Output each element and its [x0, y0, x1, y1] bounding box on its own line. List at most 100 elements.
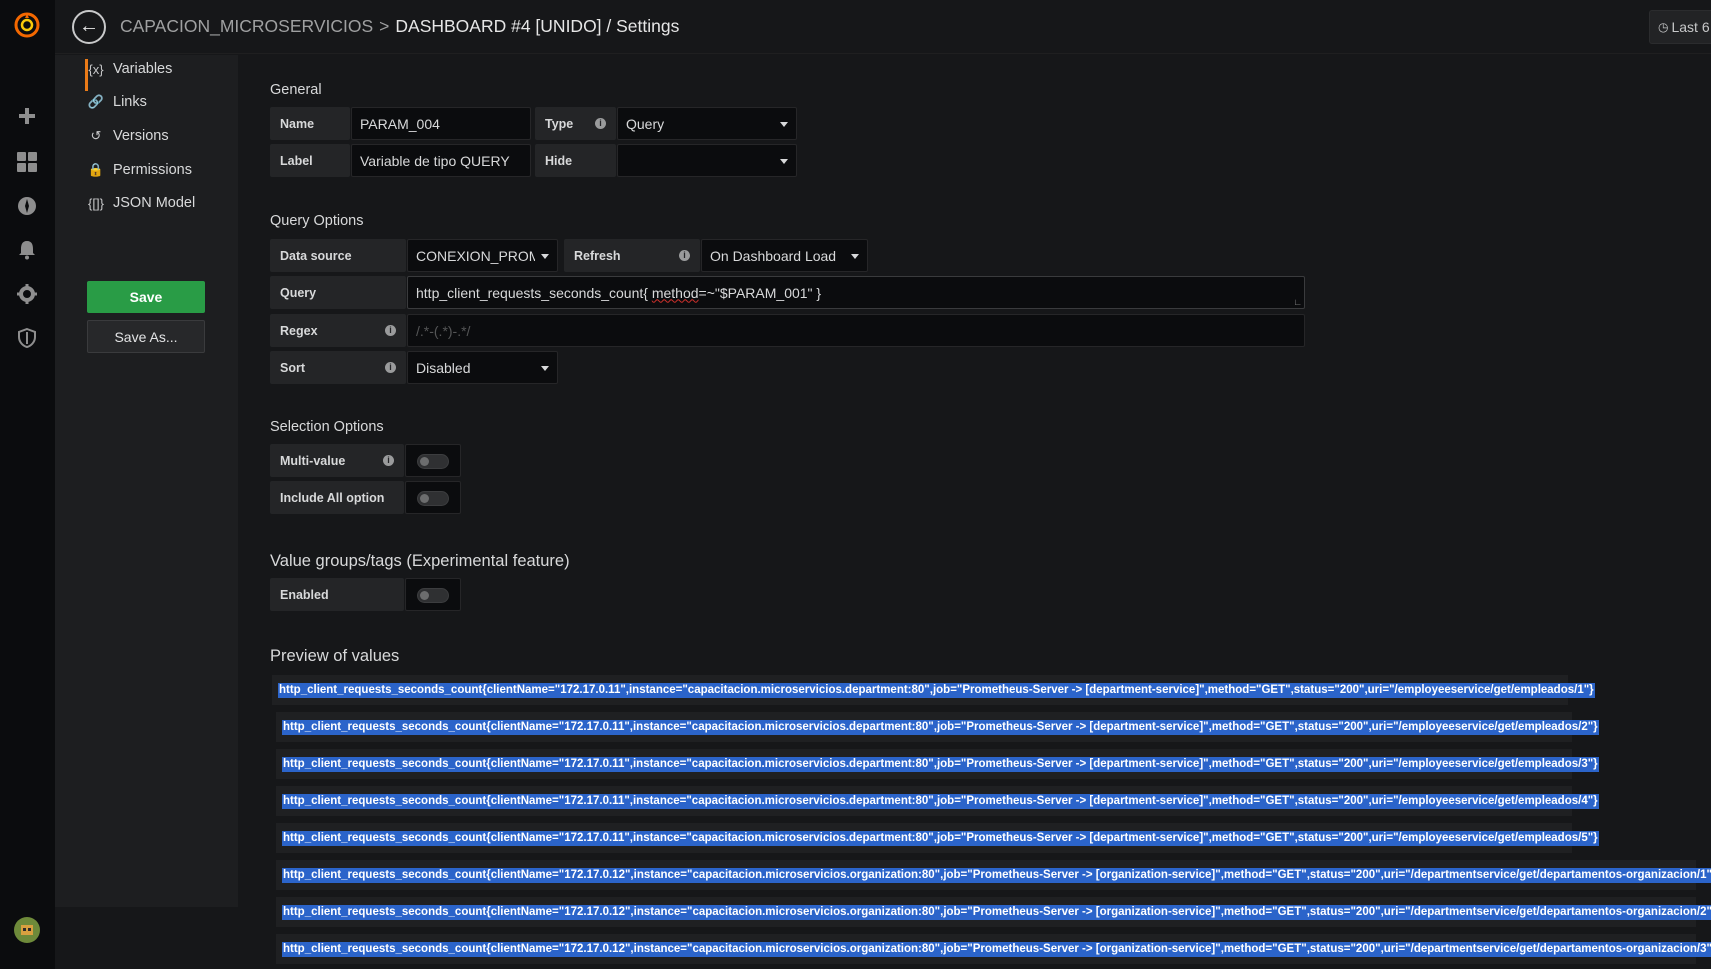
- preview-value-text: http_client_requests_seconds_count{clien…: [282, 904, 1711, 920]
- query-text: http_client_requests_seconds_count{ meth…: [416, 285, 821, 301]
- query-text-method: method: [651, 284, 699, 301]
- query-label: Query: [270, 276, 406, 309]
- info-icon: i: [383, 455, 394, 466]
- include-all-toggle[interactable]: [405, 481, 461, 514]
- preview-value-item: http_client_requests_seconds_count{clien…: [276, 860, 1711, 890]
- variable-icon: {x}: [88, 61, 104, 77]
- explore-icon[interactable]: [14, 193, 40, 219]
- include-all-label: Include All option: [270, 481, 404, 514]
- save-as-button[interactable]: Save As...: [87, 320, 205, 353]
- sort-label: Sort i: [270, 351, 406, 384]
- query-text-part: =~"$PARAM_001" }: [698, 284, 822, 301]
- preview-value-text: http_client_requests_seconds_count{clien…: [282, 756, 1599, 772]
- type-select[interactable]: Query: [617, 107, 797, 140]
- dashboards-icon[interactable]: [14, 149, 40, 175]
- breadcrumb-separator: >: [379, 16, 390, 36]
- multi-value-label-text: Multi-value: [280, 453, 346, 468]
- type-select-value: Query: [626, 115, 665, 132]
- multi-value-label: Multi-value i: [270, 444, 404, 477]
- name-label: Name: [270, 107, 350, 140]
- sort-select-value: Disabled: [416, 359, 471, 376]
- nav-item-label: Permissions: [113, 162, 192, 178]
- info-icon: i: [595, 118, 606, 129]
- clock-icon: ◷: [1658, 20, 1669, 34]
- type-label-text: Type: [545, 116, 574, 131]
- arrow-left-icon: ←: [79, 15, 99, 37]
- nav-item-label: Versions: [113, 128, 169, 144]
- regex-label-text: Regex: [280, 323, 318, 338]
- side-menu: [0, 0, 55, 969]
- preview-value-text: http_client_requests_seconds_count{clien…: [282, 867, 1711, 883]
- preview-value-item: http_client_requests_seconds_count{clien…: [276, 897, 1711, 927]
- preview-value-text: http_client_requests_seconds_count{clien…: [282, 719, 1599, 735]
- nav-item-permissions[interactable]: 🔒 Permissions: [87, 162, 192, 178]
- name-input[interactable]: PARAM_004: [351, 107, 531, 140]
- multi-value-toggle[interactable]: [405, 444, 461, 477]
- preview-value-item: http_client_requests_seconds_count{clien…: [276, 934, 1711, 964]
- caret-down-icon: [541, 366, 549, 371]
- nav-item-links[interactable]: 🔗 Links: [87, 94, 147, 110]
- info-icon: i: [385, 362, 396, 373]
- sort-select[interactable]: Disabled: [407, 351, 558, 384]
- section-value-groups-title: Value groups/tags (Experimental feature): [270, 552, 570, 570]
- preview-value-item: http_client_requests_seconds_count{clien…: [276, 823, 1599, 853]
- toggle-switch: [417, 491, 449, 506]
- enabled-toggle[interactable]: [405, 578, 461, 611]
- resize-handle-icon[interactable]: ∟: [1293, 297, 1302, 307]
- preview-value-text: http_client_requests_seconds_count{clien…: [282, 793, 1599, 809]
- preview-value-text: http_client_requests_seconds_count{clien…: [282, 941, 1711, 957]
- section-query-options-title: Query Options: [270, 213, 364, 229]
- label-input[interactable]: Variable de tipo QUERY: [351, 144, 531, 177]
- preview-value-item: http_client_requests_seconds_count{clien…: [276, 712, 1599, 742]
- sort-label-text: Sort: [280, 360, 305, 375]
- shield-icon[interactable]: [14, 325, 40, 351]
- gear-icon[interactable]: [14, 281, 40, 307]
- regex-label: Regex i: [270, 314, 406, 347]
- datasource-select[interactable]: CONEXION_PROM: [407, 239, 558, 272]
- plus-icon[interactable]: [14, 103, 40, 129]
- nav-item-label: Variables: [113, 61, 173, 77]
- refresh-select-value: On Dashboard Load: [710, 247, 837, 264]
- refresh-select[interactable]: On Dashboard Load: [701, 239, 868, 272]
- toggle-switch: [417, 454, 449, 469]
- alert-bell-icon[interactable]: [14, 237, 40, 263]
- enabled-label: Enabled: [270, 578, 404, 611]
- regex-input[interactable]: /.*-(.*)-.*/: [407, 314, 1305, 347]
- section-selection-options-title: Selection Options: [270, 419, 384, 435]
- query-textarea[interactable]: http_client_requests_seconds_count{ meth…: [407, 276, 1305, 309]
- preview-value-item: http_client_requests_seconds_count{clien…: [276, 749, 1599, 779]
- time-picker-label: Last 6: [1671, 19, 1710, 35]
- section-preview-title: Preview of values: [270, 647, 400, 665]
- preview-value-item: http_client_requests_seconds_count{clien…: [272, 675, 1595, 705]
- datasource-label: Data source: [270, 239, 406, 272]
- nav-item-variables[interactable]: {x} Variables: [87, 61, 172, 77]
- datasource-select-value: CONEXION_PROM: [416, 247, 535, 264]
- info-icon: i: [385, 325, 396, 336]
- user-avatar-icon[interactable]: [14, 917, 40, 943]
- label-label: Label: [270, 144, 350, 177]
- hide-label: Hide: [535, 144, 616, 177]
- breadcrumb: CAPACION_MICROSERVICIOS > DASHBOARD #4 [UN…: [120, 16, 679, 37]
- save-button[interactable]: Save: [87, 281, 205, 313]
- section-general-title: General: [270, 82, 322, 98]
- query-text-part: http_client_requests_seconds_count{: [416, 284, 652, 301]
- hide-select[interactable]: [617, 144, 797, 177]
- nav-item-label: JSON Model: [113, 195, 196, 211]
- info-icon: i: [679, 250, 690, 261]
- history-icon: ↺: [90, 128, 102, 143]
- caret-down-icon: [780, 159, 788, 164]
- type-label: Type i: [535, 107, 616, 140]
- time-picker-button[interactable]: ◷ Last 6: [1649, 10, 1711, 44]
- caret-down-icon: [851, 254, 859, 259]
- app-root: ← CAPACION_MICROSERVICIOS > DASHBOARD #4 […: [0, 0, 1711, 969]
- top-navbar: ← CAPACION_MICROSERVICIOS > DASHBOARD #4 […: [55, 0, 1711, 54]
- preview-value-text: http_client_requests_seconds_count{clien…: [278, 682, 1595, 698]
- grafana-logo-icon[interactable]: [14, 12, 40, 38]
- nav-item-json-model[interactable]: {[]} JSON Model: [87, 195, 195, 211]
- nav-item-versions[interactable]: ↺ Versions: [87, 128, 169, 144]
- lock-icon: 🔒: [87, 162, 105, 177]
- back-button[interactable]: ←: [72, 9, 106, 44]
- nav-item-label: Links: [113, 94, 147, 110]
- breadcrumb-title: DASHBOARD #4 [UNIDO] / Settings: [395, 16, 680, 36]
- breadcrumb-folder[interactable]: CAPACION_MICROSERVICIOS: [120, 16, 373, 36]
